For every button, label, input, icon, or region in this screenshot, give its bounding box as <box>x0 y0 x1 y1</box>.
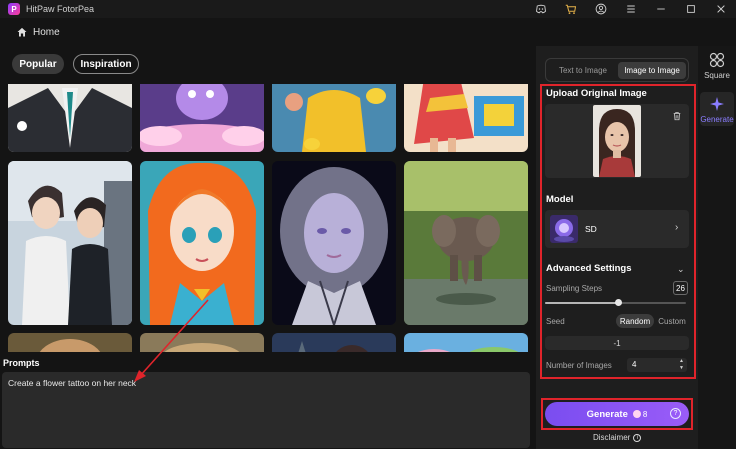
gallery-tile-bottom-2[interactable] <box>140 333 264 352</box>
cart-icon[interactable] <box>556 0 586 18</box>
title-bar: P HitPaw FotorPea <box>0 0 736 18</box>
tab-image-to-image[interactable]: Image to Image <box>618 62 686 79</box>
disclaimer-link[interactable]: Disclaimer i <box>593 433 642 442</box>
gallery-tile-bottom-4[interactable] <box>404 333 528 352</box>
home-icon <box>17 27 27 37</box>
highlight-settings-box <box>540 84 696 379</box>
gallery-tile-bottom-3[interactable] <box>272 333 396 352</box>
close-icon[interactable] <box>706 0 736 18</box>
filter-inspiration[interactable]: Inspiration <box>73 54 139 74</box>
app-title: HitPaw FotorPea <box>26 4 95 14</box>
gallery-tile-suit[interactable] <box>8 84 132 152</box>
menu-icon[interactable] <box>616 0 646 18</box>
gallery-tile-bottom-1[interactable] <box>8 333 132 352</box>
prompt-input[interactable]: Create a flower tattoo on her neck <box>2 372 530 448</box>
rail-item-generate[interactable]: Generate <box>698 96 736 124</box>
mode-toggle: Text to Image Image to Image <box>545 58 689 82</box>
gallery-tile-yellow-coat[interactable] <box>272 84 396 152</box>
home-label: Home <box>33 26 60 38</box>
rail-generate-label: Generate <box>700 115 734 124</box>
account-icon[interactable] <box>586 0 616 18</box>
gallery-tile-colorful-dress[interactable] <box>404 84 528 152</box>
filter-popular[interactable]: Popular <box>12 54 64 74</box>
home-breadcrumb[interactable]: Home <box>0 18 536 46</box>
rail-square-label: Square <box>704 71 730 80</box>
prompt-text[interactable]: Create a flower tattoo on her neck <box>8 378 136 388</box>
tab-text-to-image[interactable]: Text to Image <box>550 62 616 79</box>
prompts-label: Prompts <box>3 358 40 368</box>
discord-icon[interactable] <box>526 0 556 18</box>
gallery-tile-anime-girl[interactable] <box>140 161 264 325</box>
rail-item-square[interactable]: Square <box>698 52 736 80</box>
disclaimer-label: Disclaimer <box>593 433 631 442</box>
app-logo: P <box>8 3 20 15</box>
gallery-tile-pink-monster[interactable] <box>140 84 264 152</box>
gallery-tile-elephant[interactable] <box>404 161 528 325</box>
sparkle-icon <box>710 97 724 111</box>
minimize-icon[interactable] <box>646 0 676 18</box>
gallery-tile-silver-woman[interactable] <box>272 161 396 325</box>
gallery-grid <box>0 84 536 352</box>
gallery-tile-anime-boys[interactable] <box>8 161 132 325</box>
info-icon: i <box>633 433 642 442</box>
highlight-generate-box <box>541 398 693 430</box>
maximize-icon[interactable] <box>676 0 706 18</box>
square-grid-icon <box>709 52 725 68</box>
